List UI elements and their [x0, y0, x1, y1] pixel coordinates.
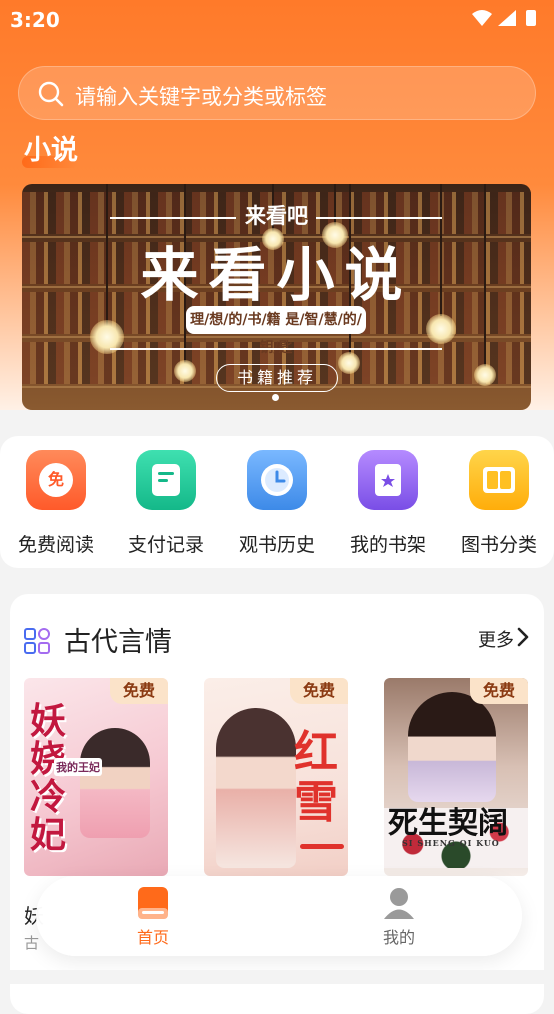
- quick-free-read[interactable]: 免 免费阅读: [8, 450, 104, 558]
- open-book-shape: [483, 467, 515, 493]
- banner-subtitle: 来看吧: [245, 204, 308, 228]
- book-recommend-button[interactable]: 书籍推荐: [216, 364, 338, 392]
- free-badge: 免费: [470, 678, 528, 704]
- free-read-badge: 免: [39, 463, 73, 497]
- receipt-shape: [152, 464, 180, 496]
- lamp-bulb: [426, 314, 456, 344]
- cover-illustration: [408, 692, 496, 802]
- search-icon: [38, 81, 64, 107]
- lamp-bulb: [474, 364, 496, 386]
- chevron-right-icon[interactable]: [516, 627, 530, 647]
- cover-title: 死生契阔: [388, 806, 508, 841]
- free-badge: 免费: [290, 678, 348, 704]
- signal-icon: [498, 10, 516, 26]
- quick-category[interactable]: 图书分类: [451, 450, 547, 558]
- book-cover[interactable]: 红雪 免费: [204, 678, 348, 876]
- quick-label: 支付记录: [127, 534, 204, 556]
- quick-bookshelf[interactable]: 我的书架: [340, 450, 436, 558]
- banner-title: 来看小说: [140, 241, 413, 309]
- tab-profile[interactable]: 我的: [354, 886, 444, 950]
- cover-illustration: [216, 708, 296, 868]
- tab-label: 我的: [382, 928, 415, 947]
- search-placeholder: 请输入关键字或分类或标签: [75, 85, 327, 109]
- cover-subtitle: 我的王妃: [54, 758, 102, 776]
- quick-history[interactable]: 观书历史: [229, 450, 325, 558]
- book-meta-peek: 古: [24, 934, 40, 952]
- quick-label: 免费阅读: [17, 534, 94, 556]
- bottom-edge: [0, 970, 554, 984]
- home-book-icon: [138, 887, 168, 919]
- free-badge: 免费: [110, 678, 168, 704]
- status-icons: [472, 10, 536, 26]
- profile-icon: [384, 888, 414, 919]
- cover-accent-bar: [300, 844, 344, 849]
- lamp-bulb: [174, 360, 196, 382]
- status-bar: 3:20: [0, 0, 554, 40]
- battery-icon: [526, 10, 536, 26]
- bookshelf-icon: [358, 450, 418, 510]
- banner-tagline: 理/想/的/书/籍 是/智/慧/的/钥/匙: [186, 306, 366, 356]
- section-title: 小说: [24, 135, 78, 166]
- cover-title: 妖娆冷妃: [30, 700, 67, 856]
- search-bar[interactable]: 请输入关键字或分类或标签: [18, 66, 536, 120]
- tab-label: 首页: [136, 928, 169, 947]
- category-title: 古代言情: [64, 627, 172, 658]
- status-time: 3:20: [10, 8, 60, 32]
- wifi-icon: [472, 10, 492, 26]
- quick-label: 观书历史: [238, 534, 315, 556]
- more-link[interactable]: 更多: [478, 626, 514, 652]
- history-clock-icon: [247, 450, 307, 510]
- cover-illustration: [80, 728, 150, 838]
- book-cover[interactable]: 妖娆冷妃 我的王妃 免费: [24, 678, 168, 876]
- quick-actions: 免 免费阅读 支付记录 观书历史 我的书架 图书分类: [0, 436, 554, 568]
- book-cover[interactable]: 死生契阔 SI SHENG QI KUO 免费: [384, 678, 528, 876]
- tab-home[interactable]: 首页: [108, 886, 198, 950]
- payment-record-icon: [136, 450, 196, 510]
- banner-rule: [110, 348, 442, 350]
- book-category-icon: [469, 450, 529, 510]
- category-grid-icon: [24, 628, 50, 654]
- clock-shape: [261, 464, 293, 496]
- cover-subtitle: SI SHENG QI KUO: [402, 838, 500, 848]
- quick-label: 图书分类: [460, 534, 537, 556]
- lamp-bulb: [338, 352, 360, 374]
- quick-payment-record[interactable]: 支付记录: [118, 450, 214, 558]
- banner[interactable]: 来看吧 来看小说 理/想/的/书/籍 是/智/慧/的/钥/匙 书籍推荐: [22, 184, 531, 410]
- cover-title: 红雪: [294, 727, 338, 828]
- free-read-icon: 免: [26, 450, 86, 510]
- bookmark-shape: [375, 464, 401, 496]
- quick-label: 我的书架: [349, 534, 426, 556]
- banner-pagination-dot[interactable]: [272, 394, 279, 401]
- bottom-tab-bar: 首页 我的: [36, 876, 522, 956]
